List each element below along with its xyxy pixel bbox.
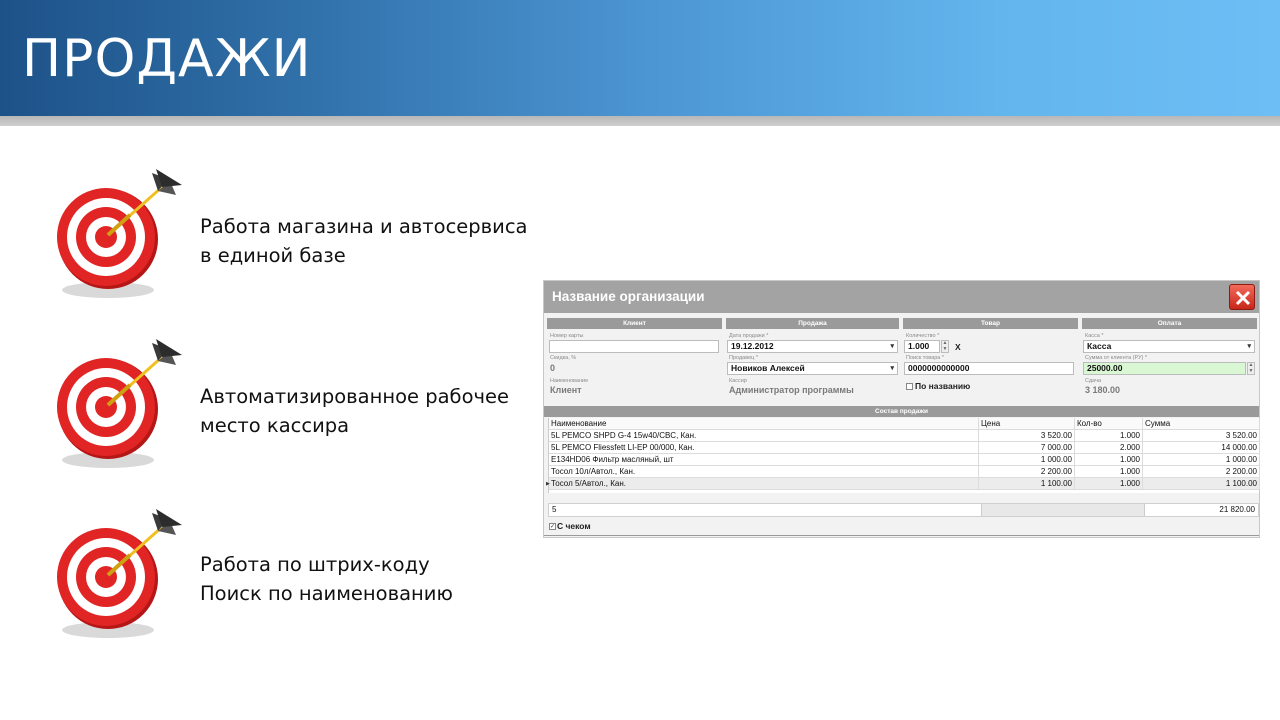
header-divider	[0, 116, 1280, 126]
section-sale-header: Продажа	[726, 318, 899, 329]
dropdown-arrow-icon[interactable]: ▾	[890, 363, 894, 374]
sale-date-input[interactable]: 19.12.2012 ▾	[727, 340, 898, 353]
product-search-input[interactable]: 0000000000000	[904, 362, 1074, 375]
feature-text-line1: Работа по штрих-коду	[200, 553, 430, 576]
table-row[interactable]: 5L PEMCO Fliessfett LI-EP 00/000, Кан. 7…	[549, 442, 1260, 454]
table-row-selected[interactable]: ▶ Тосол 5/Автол., Кан. 1 100.00 1.000 1 …	[546, 478, 1260, 490]
section-product-header: Товар	[903, 318, 1078, 329]
seller-select[interactable]: Новиков Алексей ▾	[727, 362, 898, 375]
feature-text-line1: Автоматизированное рабочее	[200, 385, 510, 408]
dropdown-arrow-icon[interactable]: ▾	[890, 341, 894, 352]
row-qty: 1.000	[1075, 466, 1143, 478]
sale-items-header: Состав продажи	[544, 406, 1259, 417]
table-summary-row: 5 21 820.00	[548, 503, 1259, 517]
row-price: 3 520.00	[979, 430, 1075, 442]
row-price: 2 200.00	[979, 466, 1075, 478]
row-price: 1 100.00	[979, 478, 1075, 490]
row-name: 5L PEMCO Fliessfett LI-EP 00/000, Кан.	[549, 442, 979, 454]
column-header-qty[interactable]: Кол-во	[1075, 418, 1143, 430]
client-name-value: Клиент	[550, 385, 582, 395]
discount-value: 0	[550, 363, 556, 373]
feature-item: Работа по штрих-коду Поиск по наименован…	[50, 505, 550, 645]
row-sum: 2 200.00	[1143, 466, 1260, 478]
dart-target-icon	[57, 339, 182, 468]
sales-window: Название организации Клиент Продажа Това…	[543, 280, 1260, 538]
cash-register-select[interactable]: Касса ▾	[1083, 340, 1255, 353]
feature-text-line2: Поиск по наименованию	[200, 582, 453, 605]
seller-label: Продавец *	[729, 355, 758, 361]
sale-date-value: 19.12.2012	[731, 341, 774, 351]
quantity-stepper[interactable]: ▲ ▼	[941, 340, 949, 353]
window-bottom-border	[544, 535, 1259, 536]
column-header-name[interactable]: Наименование	[549, 418, 979, 430]
row-price: 1 000.00	[979, 454, 1075, 466]
by-name-label: По названию	[915, 381, 971, 391]
product-search-label: Поиск товара *	[906, 355, 944, 361]
window-titlebar: Название организации	[544, 281, 1259, 313]
slide-header: ПРОДАЖИ	[0, 0, 1280, 116]
feature-item: Работа магазина и автосервиса в единой б…	[50, 165, 550, 305]
sale-date-label: Дата продажи *	[729, 333, 769, 339]
items-count: 5	[552, 505, 557, 514]
amount-stepper[interactable]: ▲ ▼	[1247, 362, 1255, 375]
seller-value: Новиков Алексей	[731, 363, 805, 373]
summary-spacer	[981, 504, 1145, 516]
client-name-label: Наименование	[550, 378, 589, 384]
amount-from-client-label: Сумма от клиента (РУ) *	[1085, 355, 1148, 361]
change-value: 3 180.00	[1085, 385, 1121, 395]
total-sum: 21 820.00	[1219, 505, 1255, 514]
table-row[interactable]: E134HD06 Фильтр масляный, шт 1 000.00 1.…	[549, 454, 1260, 466]
close-button[interactable]	[1229, 284, 1255, 310]
cash-register-value: Касса	[1087, 341, 1112, 351]
receipt-label: С чеком	[557, 521, 591, 531]
feature-text-line2: место кассира	[200, 414, 350, 437]
column-header-sum[interactable]: Сумма	[1143, 418, 1260, 430]
cash-register-label: Касса *	[1085, 333, 1104, 339]
window-title: Название организации	[552, 289, 705, 304]
row-name: Тосол 5/Автол., Кан.	[549, 478, 979, 490]
row-qty: 2.000	[1075, 442, 1143, 454]
slide-title: ПРОДАЖИ	[22, 29, 312, 89]
column-header-price[interactable]: Цена	[979, 418, 1075, 430]
row-name: 5L PEMCO SHPD G-4 15w40/CBC, Кан.	[549, 430, 979, 442]
receipt-checkbox[interactable]: ✓	[549, 523, 556, 530]
cashier-value: Администратор программы	[729, 385, 854, 395]
row-name: Тосол 10л/Автол., Кан.	[549, 466, 979, 478]
row-qty: 1.000	[1075, 454, 1143, 466]
dropdown-arrow-icon[interactable]: ▾	[1247, 341, 1251, 352]
cashier-label: Кассир	[729, 378, 747, 384]
section-payment-header: Оплата	[1082, 318, 1257, 329]
change-label: Сдача	[1085, 378, 1102, 384]
feature-text-line2: в единой базе	[200, 244, 346, 267]
feature-item: Автоматизированное рабочее место кассира	[50, 335, 550, 475]
row-price: 7 000.00	[979, 442, 1075, 454]
discount-label: Скидка, %	[550, 355, 577, 361]
close-icon	[1235, 290, 1251, 306]
table-header-row: Наименование Цена Кол-во Сумма	[549, 418, 1260, 430]
feature-text-line1: Работа магазина и автосервиса	[200, 215, 528, 238]
table-row[interactable]: Тосол 10л/Автол., Кан. 2 200.00 1.000 2 …	[549, 466, 1260, 478]
card-number-input[interactable]	[549, 340, 719, 353]
row-qty: 1.000	[1075, 430, 1143, 442]
multiply-sign: X	[955, 342, 961, 352]
by-name-checkbox[interactable]	[906, 383, 913, 390]
card-number-label: Номер карты	[550, 333, 584, 339]
sale-items-table: Наименование Цена Кол-во Сумма 5L PEMCO …	[546, 418, 1260, 493]
row-qty: 1.000	[1075, 478, 1143, 490]
dart-target-icon	[57, 509, 182, 638]
row-sum: 1 000.00	[1143, 454, 1260, 466]
dart-target-icon	[57, 169, 182, 298]
row-name: E134HD06 Фильтр масляный, шт	[549, 454, 979, 466]
quantity-input[interactable]: 1.000	[904, 340, 940, 353]
row-sum: 14 000.00	[1143, 442, 1260, 454]
row-sum: 3 520.00	[1143, 430, 1260, 442]
section-client-header: Клиент	[547, 318, 722, 329]
row-sum: 1 100.00	[1143, 478, 1260, 490]
amount-from-client-input[interactable]: 25000.00	[1083, 362, 1246, 375]
quantity-label: Количество *	[906, 333, 940, 339]
table-row[interactable]: 5L PEMCO SHPD G-4 15w40/CBC, Кан. 3 520.…	[549, 430, 1260, 442]
